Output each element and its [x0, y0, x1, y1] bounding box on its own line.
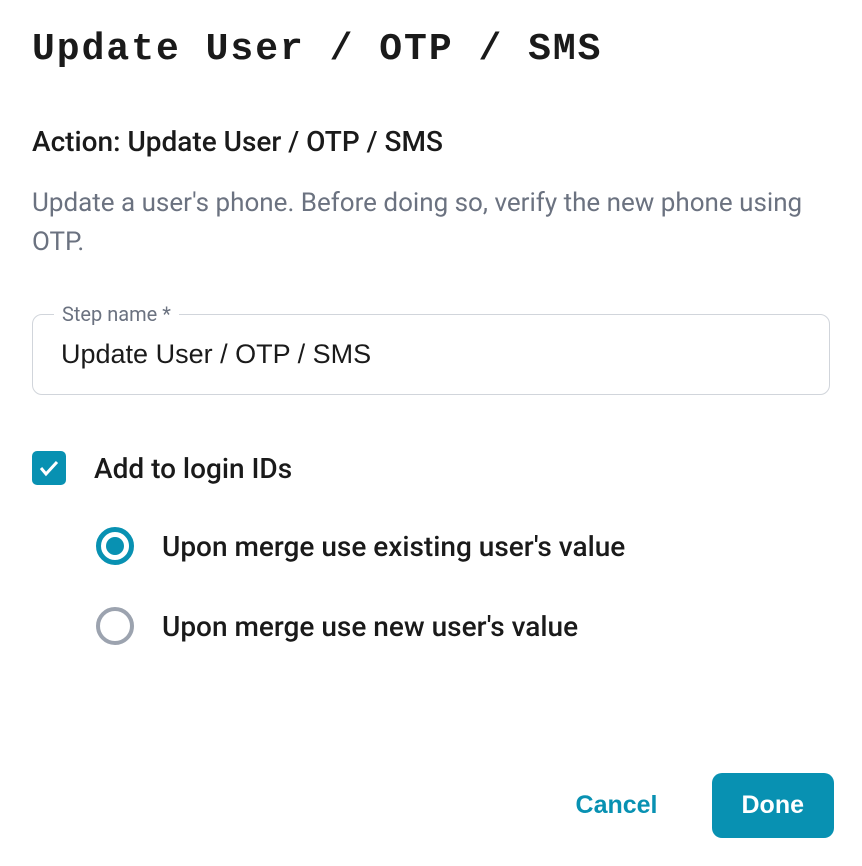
step-name-label: Step name * — [54, 302, 179, 326]
step-name-field: Step name * — [32, 314, 830, 395]
action-label: Action: Update User / OTP / SMS — [32, 125, 830, 158]
radio-new-user-value[interactable]: Upon merge use new user's value — [96, 607, 830, 645]
radio-existing-user-value[interactable]: Upon merge use existing user's value — [96, 527, 830, 565]
action-prefix: Action: — [32, 125, 127, 158]
dialog-actions: Cancel Done — [546, 773, 834, 838]
radio-existing-label: Upon merge use existing user's value — [162, 530, 625, 563]
radio-button-unselected-icon — [96, 607, 134, 645]
action-name: Update User / OTP / SMS — [127, 125, 442, 158]
radio-inner-dot-icon — [106, 537, 124, 555]
radio-new-label: Upon merge use new user's value — [162, 610, 578, 643]
add-to-login-ids-checkbox[interactable] — [32, 451, 66, 485]
page-title: Update User / OTP / SMS — [32, 28, 830, 71]
cancel-button[interactable]: Cancel — [546, 773, 688, 838]
merge-radio-group: Upon merge use existing user's value Upo… — [32, 527, 830, 645]
add-to-login-ids-row: Add to login IDs — [32, 451, 830, 485]
add-to-login-ids-label: Add to login IDs — [94, 452, 292, 485]
done-button[interactable]: Done — [712, 773, 835, 838]
checkmark-icon — [37, 456, 61, 480]
action-description: Update a user's phone. Before doing so, … — [32, 184, 830, 262]
radio-button-selected-icon — [96, 527, 134, 565]
step-name-input[interactable] — [32, 314, 830, 395]
